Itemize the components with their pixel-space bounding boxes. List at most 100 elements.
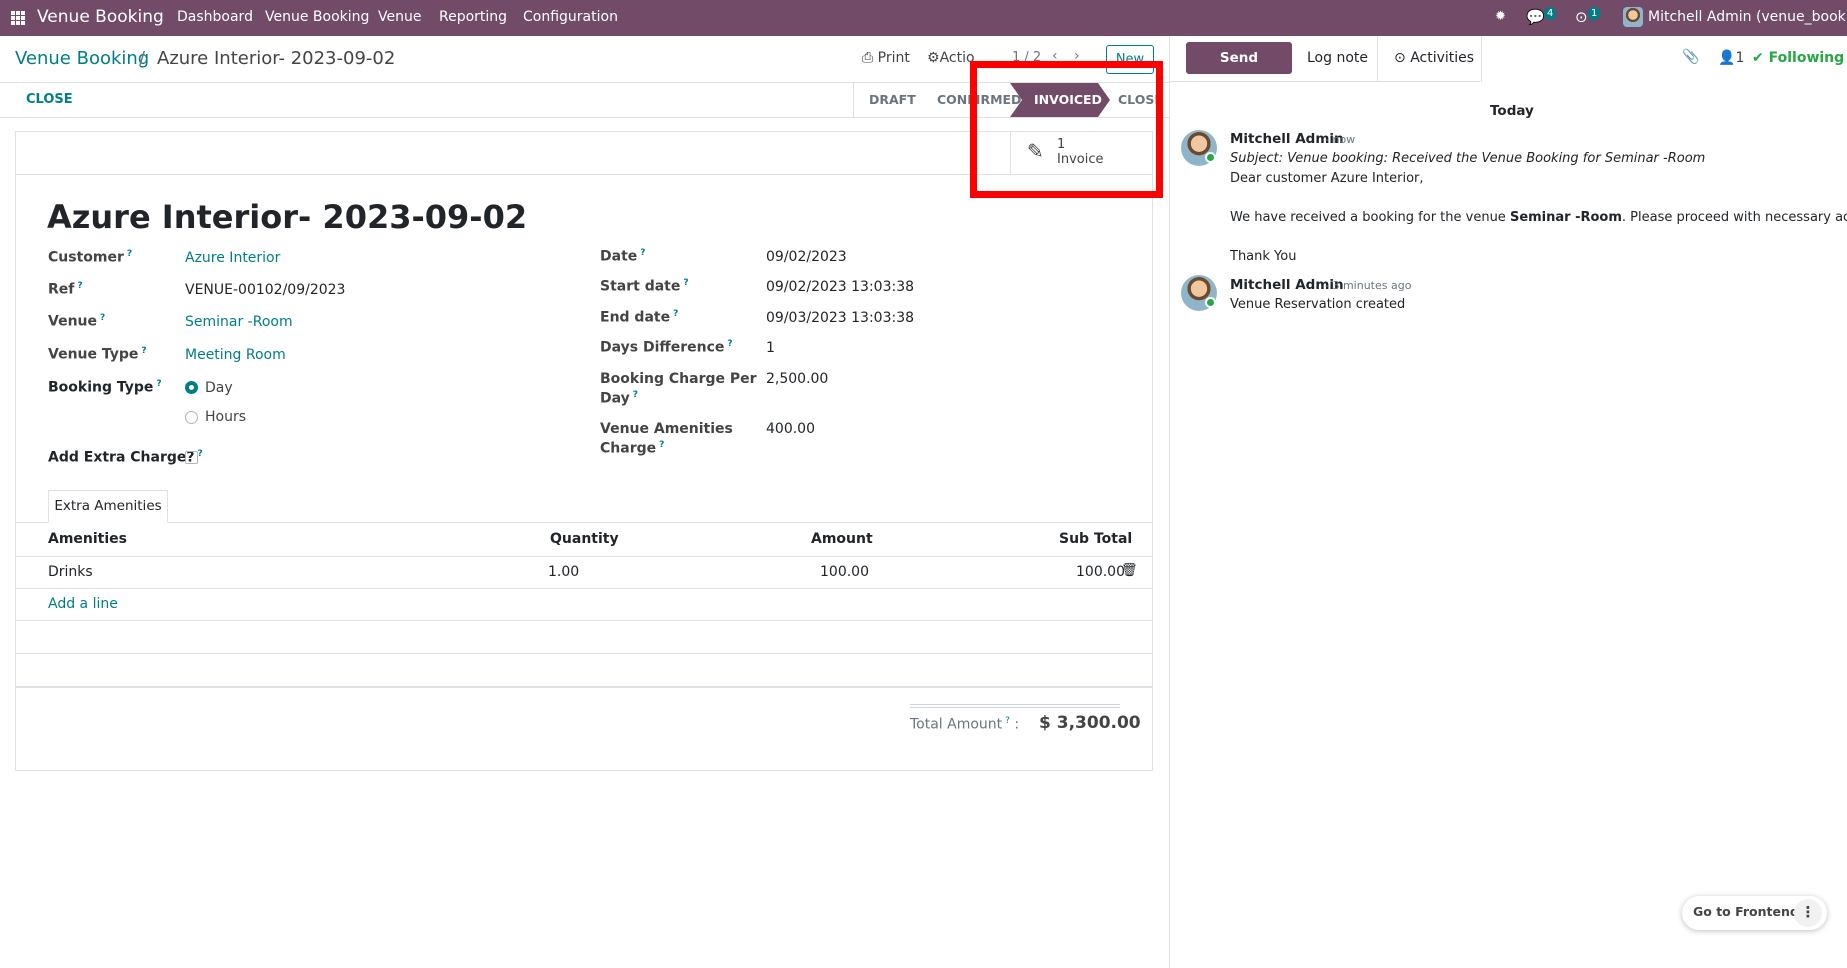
radio-day[interactable] [185, 381, 198, 394]
radio-day-label: Day [205, 380, 233, 396]
table-row[interactable]: Drinks 1.00 100.00 100.00 🗑 [16, 557, 1152, 588]
highlight-box [970, 61, 1163, 198]
activities-button[interactable]: ⊙ Activities [1394, 50, 1474, 66]
menu-dashboard[interactable]: Dashboard [177, 0, 253, 34]
print-button[interactable]: ⎙ Print [862, 50, 910, 66]
ref-label: Ref? [48, 281, 83, 298]
check-icon: ✔ [1752, 50, 1764, 66]
log-note-button[interactable]: Log note [1307, 50, 1368, 66]
message-line-3: Thank You [1230, 249, 1297, 264]
venue-type-label: Venue Type? [48, 346, 147, 363]
person-icon: 👤 [1718, 50, 1736, 66]
menu-venue[interactable]: Venue [378, 0, 421, 34]
row-divider-3 [16, 653, 1152, 654]
start-date-label: Start date? [600, 278, 689, 295]
kebab-menu-icon[interactable]: ⋮ [1794, 899, 1822, 927]
venue-type-value[interactable]: Meeting Room [185, 347, 286, 363]
booking-type-label: Booking Type? [48, 379, 162, 396]
venue-label: Venue? [48, 313, 106, 330]
menu-configuration[interactable]: Configuration [523, 0, 618, 34]
breadcrumb-separator: / [139, 48, 146, 69]
message-subject: Subject: Venue booking: Received the Ven… [1230, 151, 1706, 166]
col-subtotal[interactable]: Sub Total [1059, 531, 1132, 547]
trash-icon[interactable]: 🗑 [1121, 563, 1138, 578]
date-label: Date? [600, 248, 646, 265]
following-button[interactable]: ✔ Following [1752, 50, 1844, 66]
messages-icon[interactable]: 💬 [1526, 0, 1545, 34]
statusbar-left-border [853, 83, 854, 117]
menu-venue-booking[interactable]: Venue Booking [265, 0, 369, 34]
start-date-value[interactable]: 09/02/2023 13:03:38 [766, 279, 914, 295]
paperclip-icon[interactable]: 📎 [1682, 49, 1699, 65]
amenities-charge-label-1: Venue Amenities [600, 421, 733, 437]
message-time: - 3 minutes ago [1325, 279, 1412, 292]
radio-hours[interactable] [185, 411, 198, 424]
total-label: Total Amount? : [910, 716, 1020, 733]
col-amenities[interactable]: Amenities [48, 531, 127, 547]
activities-clock-icon[interactable]: ⊙ [1575, 0, 1588, 34]
top-navbar: Venue Booking Dashboard Venue Booking Ve… [0, 0, 1847, 36]
total-value: $ 3,300.00 [1039, 713, 1141, 733]
days-diff-value: 1 [766, 340, 775, 356]
user-avatar[interactable] [1623, 7, 1643, 27]
extra-charge-checkbox[interactable] [185, 451, 198, 464]
clock-icon: ⊙ [1394, 50, 1406, 66]
menu-reporting[interactable]: Reporting [439, 0, 507, 34]
end-date-value[interactable]: 09/03/2023 13:03:38 [766, 310, 914, 326]
total-line-2 [910, 707, 1120, 708]
bug-icon[interactable]: ✹ [1495, 0, 1506, 34]
customer-label: Customer? [48, 249, 133, 266]
close-button[interactable]: CLOSE [26, 92, 73, 107]
breadcrumb-current: Azure Interior- 2023-09-02 [157, 48, 396, 69]
col-amount[interactable]: Amount [811, 531, 873, 547]
amenities-charge-label-2: Charge? [600, 440, 665, 457]
online-status-dot [1205, 297, 1216, 308]
breadcrumb-parent[interactable]: Venue Booking [15, 48, 149, 69]
row-divider-1 [16, 588, 1152, 589]
message-line-1: Dear customer Azure Interior, [1230, 171, 1424, 186]
cell-amenity: Drinks [48, 564, 93, 580]
followers-button[interactable]: 👤1 [1718, 50, 1744, 66]
cell-amount: 100.00 [820, 564, 869, 580]
days-diff-label: Days Difference? [600, 339, 733, 356]
ref-value: VENUE-00102/09/2023 [185, 282, 346, 298]
date-separator: Today [1490, 103, 1534, 119]
booking-charge-label-2: Day? [600, 390, 638, 407]
table-bottom-border [16, 687, 1152, 688]
frontend-widget: Go to Frontend ⋮ [1682, 896, 1827, 930]
action-button[interactable]: ⚙Actio [927, 50, 975, 66]
tab-divider [16, 522, 1152, 523]
end-date-label: End date? [600, 309, 679, 326]
apps-menu-icon[interactable] [11, 11, 25, 25]
go-to-frontend-button[interactable]: Go to Frontend [1693, 904, 1799, 919]
cell-quantity: 1.00 [548, 564, 580, 580]
extra-charge-label: Add Extra Charge?? [48, 449, 203, 466]
date-value[interactable]: 09/02/2023 [766, 249, 847, 265]
message-time: - now [1325, 133, 1356, 146]
row-divider-2 [16, 620, 1152, 621]
booking-charge-label-1: Booking Charge Per [600, 371, 757, 387]
chatter-topbar-divider [1169, 81, 1480, 82]
activities-count: 1 [1588, 7, 1601, 20]
user-name[interactable]: Mitchell Admin (venue_booking) [1648, 0, 1847, 34]
message-body: Venue Reservation created [1230, 297, 1406, 312]
print-icon: ⎙ [862, 50, 874, 66]
total-line-1 [910, 704, 1120, 705]
col-quantity[interactable]: Quantity [550, 531, 619, 547]
tab-extra-amenities[interactable]: Extra Amenities [48, 490, 168, 523]
radio-hours-label: Hours [205, 409, 247, 425]
add-line-link[interactable]: Add a line [48, 596, 118, 612]
chatter-sep-2 [1481, 36, 1482, 82]
app-name[interactable]: Venue Booking [37, 0, 164, 34]
gear-icon: ⚙ [927, 50, 940, 66]
record-title: Azure Interior- 2023-09-02 [47, 198, 528, 236]
venue-value[interactable]: Seminar -Room [185, 314, 293, 330]
chatter-sep-1 [1377, 36, 1378, 82]
amenities-charge-value[interactable]: 400.00 [766, 421, 815, 437]
stage-draft[interactable]: DRAFT [869, 83, 916, 117]
message-line-2: We have received a booking for the venue… [1230, 210, 1847, 225]
online-status-dot [1205, 152, 1216, 163]
send-message-button[interactable]: Send message [1186, 42, 1292, 98]
booking-charge-value[interactable]: 2,500.00 [766, 371, 828, 387]
customer-value[interactable]: Azure Interior [185, 250, 280, 266]
